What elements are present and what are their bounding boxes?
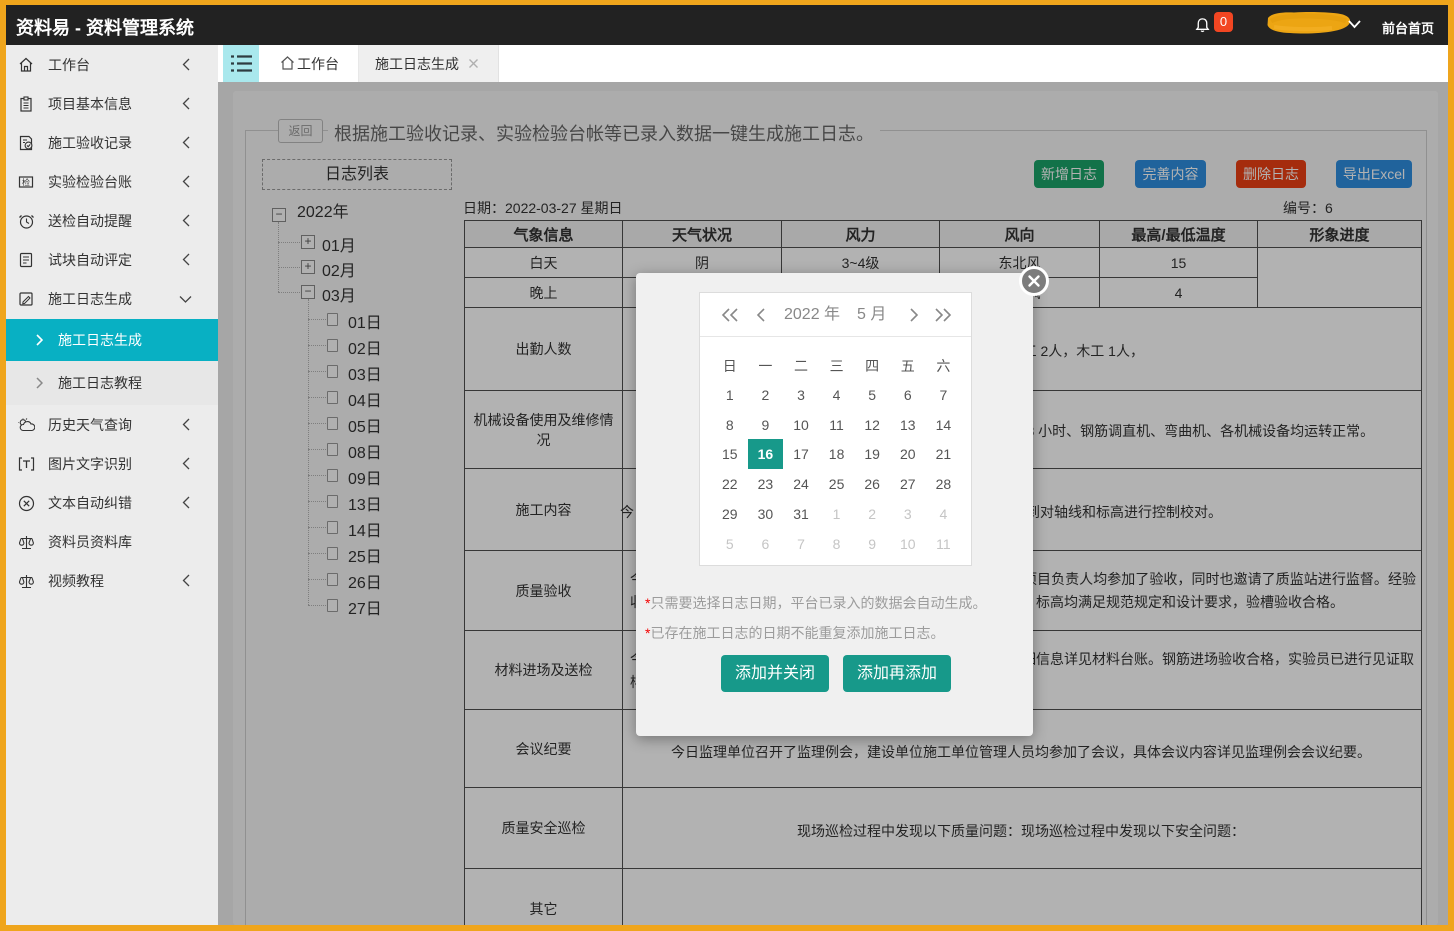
svg-text:检: 检 [22, 177, 30, 187]
